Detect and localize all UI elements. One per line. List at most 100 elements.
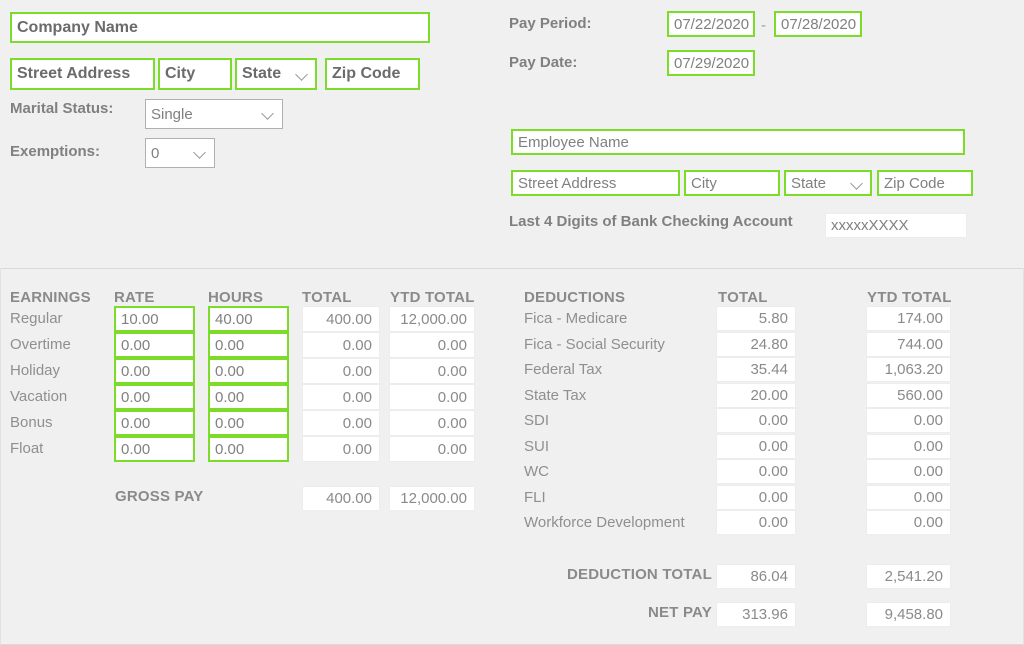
pay-date-label: Pay Date:: [509, 54, 578, 71]
chevron-down-icon: [295, 68, 308, 81]
earnings-header-earnings: EARNINGS: [10, 289, 91, 306]
net-pay-value: 313.96: [716, 602, 796, 627]
earnings-ytd-value: 0.00: [389, 436, 475, 462]
earnings-hours-input[interactable]: 0.00: [208, 436, 289, 462]
earnings-row-label: Regular: [10, 310, 63, 327]
earnings-ytd-value: 0.00: [389, 332, 475, 358]
employee-city-input[interactable]: City: [684, 170, 780, 196]
pay-period-end-input[interactable]: 07/28/2020: [774, 11, 862, 37]
earnings-ytd-value: 0.00: [389, 358, 475, 384]
net-pay-ytd-value: 9,458.80: [866, 602, 951, 627]
chevron-down-icon: [193, 146, 206, 159]
exemptions-value: 0: [151, 144, 160, 162]
deductions-ytd-value: 174.00: [866, 306, 951, 331]
employee-state-select[interactable]: State: [784, 170, 872, 196]
earnings-hours-input[interactable]: 0.00: [208, 358, 289, 384]
employee-state-value: State: [791, 174, 827, 192]
employer-state-select[interactable]: State: [235, 58, 317, 90]
earnings-hours-input[interactable]: 0.00: [208, 384, 289, 410]
deductions-ytd-value: 744.00: [866, 332, 951, 357]
deductions-header-total: TOTAL: [718, 289, 768, 306]
pay-period-separator: -: [761, 17, 766, 34]
earnings-rate-input[interactable]: 0.00: [114, 384, 195, 410]
deductions-total-value: 24.80: [716, 332, 796, 357]
gross-pay-total: 400.00: [302, 486, 380, 511]
deductions-total-value: 20.00: [716, 383, 796, 408]
earnings-total-value: 0.00: [302, 384, 380, 410]
deductions-row-label: Fica - Social Security: [524, 336, 665, 353]
deductions-row-label: Workforce Development: [524, 514, 685, 531]
deductions-row-label: FLI: [524, 489, 546, 506]
employer-street-address-input[interactable]: Street Address: [10, 58, 155, 90]
deductions-ytd-value: 0.00: [866, 485, 951, 510]
marital-status-value: Single: [151, 105, 193, 123]
earnings-total-value: 0.00: [302, 410, 380, 436]
exemptions-select[interactable]: 0: [145, 138, 215, 168]
earnings-rate-input[interactable]: 0.00: [114, 358, 195, 384]
deductions-ytd-value: 0.00: [866, 408, 951, 433]
pay-period-label: Pay Period:: [509, 15, 592, 32]
earnings-ytd-value: 12,000.00: [389, 306, 475, 332]
deductions-row-label: SDI: [524, 412, 550, 429]
deductions-ytd-value: 0.00: [866, 434, 951, 459]
earnings-rate-input[interactable]: 0.00: [114, 410, 195, 436]
earnings-ytd-value: 0.00: [389, 384, 475, 410]
pay-date-input[interactable]: 07/29/2020: [667, 50, 755, 76]
earnings-total-value: 400.00: [302, 306, 380, 332]
deduction-total-label: DEDUCTION TOTAL: [567, 566, 712, 583]
bank-account-label: Last 4 Digits of Bank Checking Account: [509, 213, 793, 230]
employee-zip-code-input[interactable]: Zip Code: [877, 170, 973, 196]
deductions-header-deductions: DEDUCTIONS: [524, 289, 626, 306]
earnings-row-label: Float: [10, 440, 44, 457]
earnings-rate-input[interactable]: 0.00: [114, 332, 195, 358]
deductions-row-label: Federal Tax: [524, 361, 603, 378]
earnings-rate-input[interactable]: 10.00: [114, 306, 195, 332]
bank-account-input[interactable]: xxxxxXXXX: [825, 213, 967, 238]
deduction-total-ytd-value: 2,541.20: [866, 564, 951, 589]
deductions-row-label: WC: [524, 463, 549, 480]
employer-city-input[interactable]: City: [158, 58, 232, 90]
earnings-hours-input[interactable]: 0.00: [208, 332, 289, 358]
chevron-down-icon: [261, 107, 274, 120]
deduction-total-value: 86.04: [716, 564, 796, 589]
employee-street-address-input[interactable]: Street Address: [511, 170, 680, 196]
earnings-hours-input[interactable]: 0.00: [208, 410, 289, 436]
deductions-total-value: 0.00: [716, 408, 796, 433]
gross-pay-ytd: 12,000.00: [389, 486, 475, 511]
employer-zip-code-input[interactable]: Zip Code: [325, 58, 420, 90]
deductions-total-value: 0.00: [716, 459, 796, 484]
deductions-total-value: 0.00: [716, 510, 796, 535]
deductions-row-label: Fica - Medicare: [524, 310, 628, 327]
employer-state-value: State: [242, 65, 282, 82]
marital-status-select[interactable]: Single: [145, 99, 283, 129]
deductions-total-value: 0.00: [716, 434, 796, 459]
earnings-total-value: 0.00: [302, 358, 380, 384]
earnings-ytd-value: 0.00: [389, 410, 475, 436]
deductions-ytd-value: 0.00: [866, 510, 951, 535]
earnings-header-ytd-total: YTD TOTAL: [390, 289, 475, 306]
earnings-header-total: TOTAL: [302, 289, 352, 306]
chevron-down-icon: [850, 177, 863, 190]
employee-name-input[interactable]: Employee Name: [511, 129, 965, 155]
section-divider: [0, 268, 1024, 269]
pay-period-start-input[interactable]: 07/22/2020: [667, 11, 755, 37]
net-pay-label: NET PAY: [648, 604, 712, 621]
deductions-ytd-value: 0.00: [866, 459, 951, 484]
deductions-row-label: SUI: [524, 438, 550, 455]
earnings-row-label: Vacation: [10, 388, 68, 405]
earnings-total-value: 0.00: [302, 332, 380, 358]
earnings-rate-input[interactable]: 0.00: [114, 436, 195, 462]
company-name-input[interactable]: Company Name: [10, 12, 430, 43]
deductions-row-label: State Tax: [524, 387, 587, 404]
earnings-total-value: 0.00: [302, 436, 380, 462]
earnings-hours-input[interactable]: 40.00: [208, 306, 289, 332]
left-edge: [0, 268, 1, 645]
paystub-form: Company Name Street Address City State Z…: [0, 0, 1024, 645]
marital-status-label: Marital Status:: [10, 100, 114, 117]
gross-pay-label: GROSS PAY: [115, 488, 204, 505]
earnings-header-rate: RATE: [114, 289, 155, 306]
earnings-row-label: Overtime: [10, 336, 71, 353]
exemptions-label: Exemptions:: [10, 143, 101, 160]
deductions-total-value: 0.00: [716, 485, 796, 510]
deductions-total-value: 35.44: [716, 357, 796, 382]
